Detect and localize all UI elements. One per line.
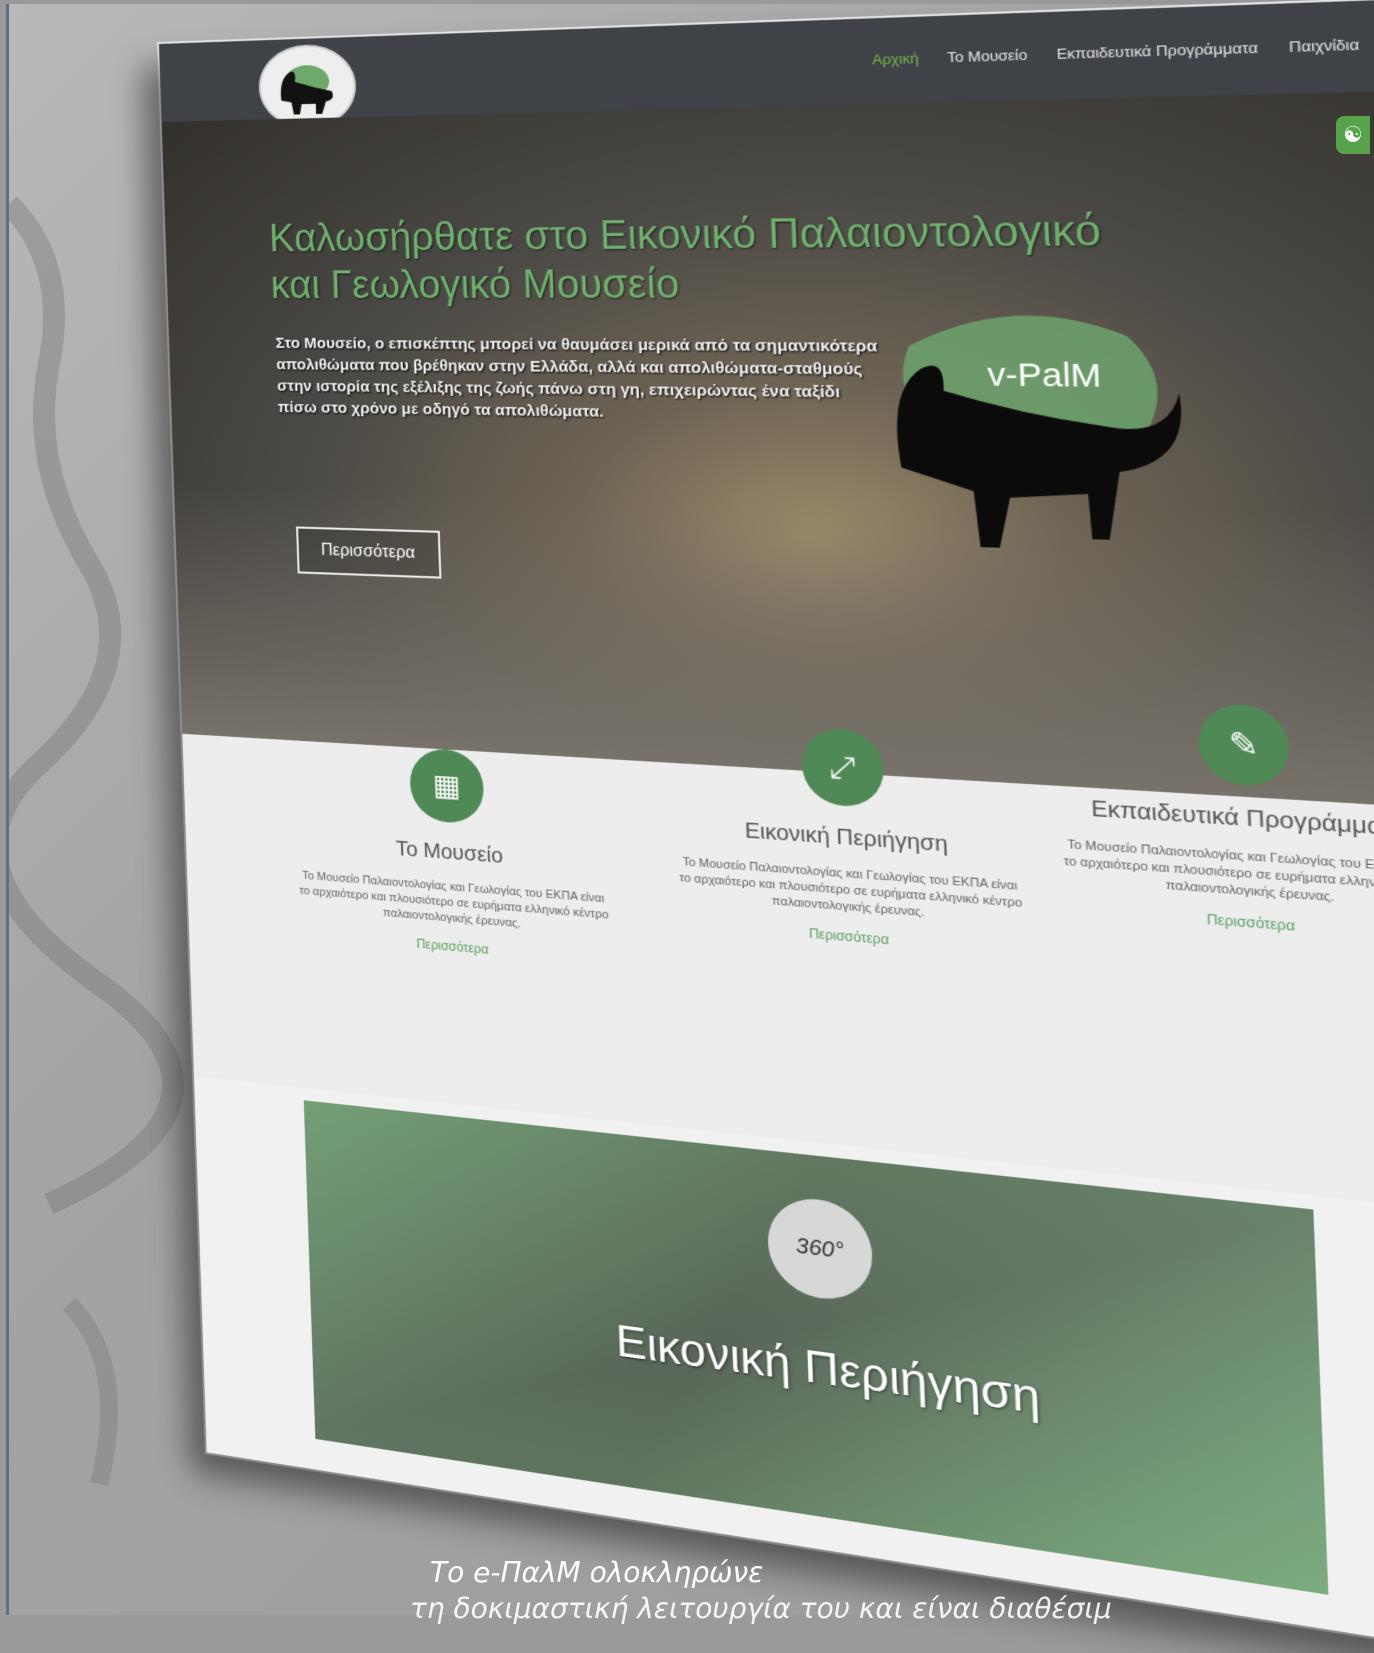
nav-item-educational-programs[interactable]: Εκπαιδευτικά Προγράμματα	[1056, 39, 1258, 62]
website-screen: Αρχική Το Μουσείο Εκπαιδευτικά Προγράμμα…	[159, 0, 1374, 1653]
hero-title: Καλωσήρθατε στο Εικονικό Παλαιοντολογικό…	[268, 208, 1102, 308]
accessibility-icon[interactable]: ☯	[1336, 116, 1370, 154]
hero-logo-text: v-PalM	[987, 356, 1102, 395]
nav-item-home[interactable]: Αρχική	[872, 50, 919, 68]
photo-frame: Αρχική Το Μουσείο Εκπαιδευτικά Προγράμμα…	[6, 0, 1374, 1653]
caption-line-1: Το e-ΠαλΜ ολοκληρώνε	[430, 1556, 764, 1589]
nav-item-museum[interactable]: Το Μουσείο	[947, 46, 1028, 65]
nav-menu: Αρχική Το Μουσείο Εκπαιδευτικά Προγράμμα…	[872, 36, 1360, 68]
feature-title: Εκπαιδευτικά Προγράμματα	[1090, 796, 1374, 842]
nav-item-games[interactable]: Παιχνίδια	[1289, 36, 1360, 56]
feature-educational-programs: ✎ Εκπαιδευτικά Προγράμματα Το Μουσείο Πα…	[1054, 696, 1374, 946]
hero-banner: Καλωσήρθατε στο Εικονικό Παλαιοντολογικό…	[161, 90, 1374, 809]
feature-museum: ▦ Το Μουσείο Το Μουσείο Παλαιοντολογίας …	[291, 740, 613, 968]
hero-more-button[interactable]: Περισσότερα	[296, 526, 441, 579]
building-icon: ▦	[408, 747, 485, 825]
feature-description: Το Μουσείο Παλαιοντολογίας και Γεωλογίας…	[679, 855, 1023, 920]
feature-title: Το Μουσείο	[395, 837, 504, 869]
edit-icon: ✎	[1197, 702, 1291, 789]
expand-icon: ⤢	[800, 726, 885, 809]
dinosaur-logo-icon	[280, 64, 334, 115]
feature-virtual-tour: ⤢ Εικονική Περιήγηση Το Μουσείο Παλαιοντ…	[671, 720, 1028, 959]
feature-more-link[interactable]: Περισσότερα	[1062, 901, 1374, 946]
tour-badge-text: 360°	[795, 1233, 845, 1264]
v-palm-logo-icon: v-PalM	[894, 315, 1187, 554]
hero-description: Στο Μουσείο, ο επισκέπτης μπορεί να θαυμ…	[275, 334, 878, 422]
feature-title: Εικονική Περιήγηση	[744, 819, 949, 857]
caption-line-2: τη δοκιμαστική λειτουργία του και είναι …	[410, 1592, 1112, 1625]
